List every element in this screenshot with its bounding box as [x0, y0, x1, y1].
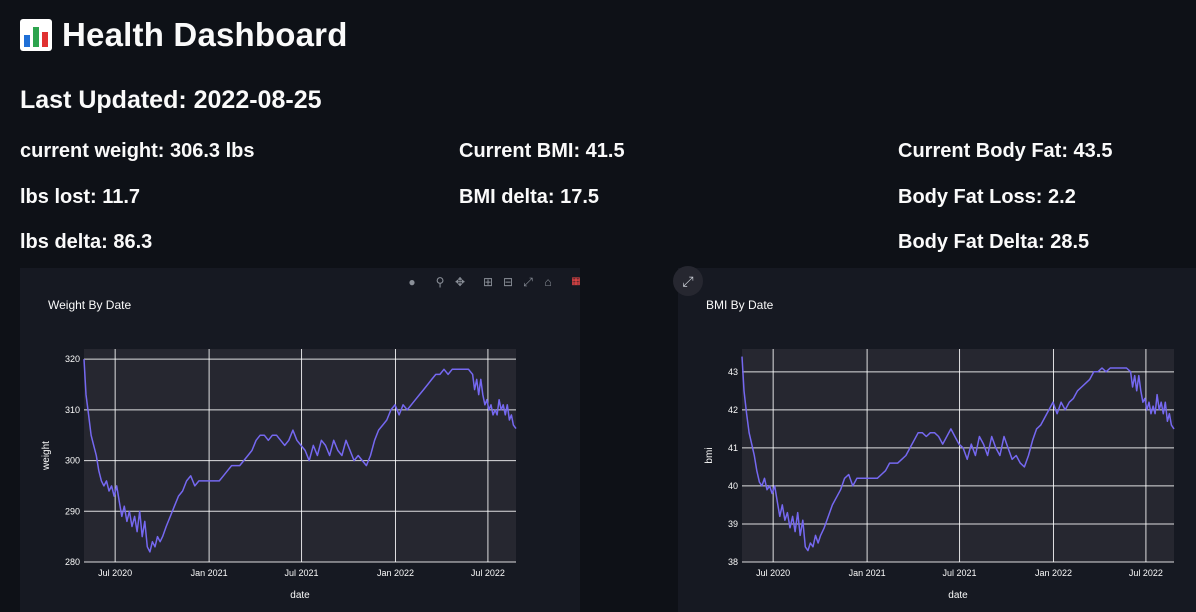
y-tick-label: 42 — [728, 405, 738, 415]
dashboard-page: Health Dashboard Last Updated: 2022-08-2… — [0, 0, 1196, 612]
y-tick-label: 38 — [728, 557, 738, 567]
x-tick-label: Jul 2021 — [943, 568, 977, 578]
plot-area — [742, 349, 1174, 562]
y-tick-label: 300 — [65, 456, 80, 466]
plot-toolbar: ● ⚲ ✥ ⊞ ⊟ ⤢ ⌂ ▦ — [405, 275, 583, 289]
fullscreen-expand-button[interactable]: ⤢ — [673, 266, 703, 296]
x-tick-label: Jul 2020 — [98, 568, 132, 578]
x-tick-label: Jan 2021 — [191, 568, 228, 578]
chart-title: BMI By Date — [706, 298, 774, 312]
y-tick-label: 290 — [65, 506, 80, 516]
x-axis-label: date — [948, 590, 968, 601]
y-axis-label: bmi — [704, 447, 715, 463]
y-tick-label: 310 — [65, 405, 80, 415]
charts-canvas: Weight By Date 280 290 300 310 320 Jul 2020 Jan… — [20, 268, 1196, 612]
y-tick-label: 43 — [728, 367, 738, 377]
zoom-icon[interactable]: ⚲ — [433, 275, 447, 289]
x-axis-label: date — [290, 590, 310, 601]
x-tick-label: Jul 2022 — [471, 568, 505, 578]
y-tick-label: 280 — [65, 557, 80, 567]
zoom-in-icon[interactable]: ⊞ — [481, 275, 495, 289]
zoom-out-icon[interactable]: ⊟ — [501, 275, 515, 289]
y-tick-label: 39 — [728, 519, 738, 529]
x-tick-label: Jan 2022 — [377, 568, 414, 578]
y-axis-label: weight — [41, 441, 52, 471]
y-tick-label: 40 — [728, 481, 738, 491]
plotly-logo-icon[interactable]: ▦ — [569, 275, 583, 289]
x-tick-label: Jan 2022 — [1035, 568, 1072, 578]
x-tick-label: Jul 2022 — [1129, 568, 1163, 578]
y-tick-label: 320 — [65, 354, 80, 364]
x-tick-label: Jul 2021 — [285, 568, 319, 578]
plot-area — [84, 349, 516, 562]
expand-icon: ⤢ — [682, 273, 694, 289]
x-tick-label: Jan 2021 — [849, 568, 886, 578]
pan-icon[interactable]: ✥ — [453, 275, 467, 289]
x-tick-label: Jul 2020 — [756, 568, 790, 578]
home-icon[interactable]: ⌂ — [541, 275, 555, 289]
y-tick-label: 41 — [728, 443, 738, 453]
autoscale-icon[interactable]: ⤢ — [521, 275, 535, 289]
camera-icon[interactable]: ● — [405, 275, 419, 289]
chart-title: Weight By Date — [48, 298, 131, 312]
